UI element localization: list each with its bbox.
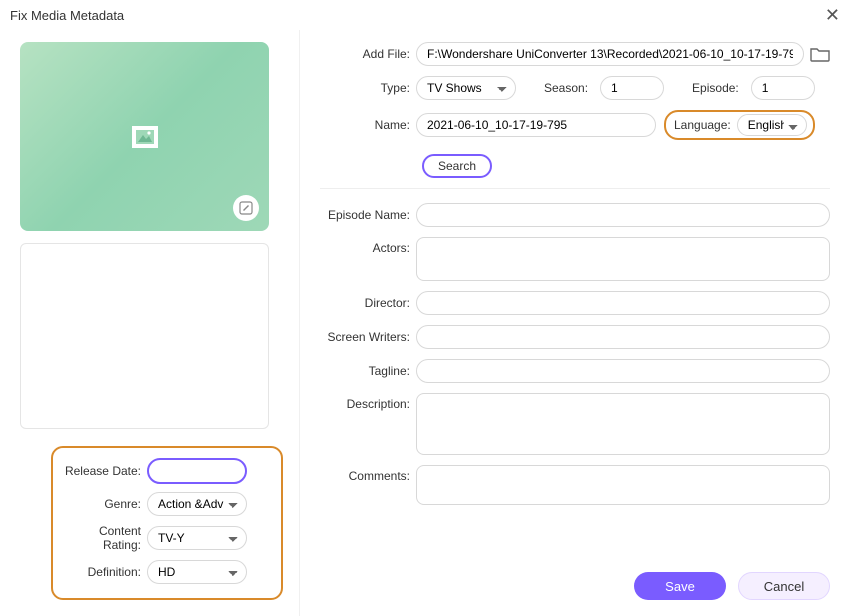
add-file-input[interactable]: [416, 42, 804, 66]
tagline-input[interactable]: [416, 359, 830, 383]
pencil-icon: [239, 201, 253, 215]
release-date-input[interactable]: [147, 458, 247, 484]
language-highlight-group: Language: English: [664, 110, 815, 140]
language-label: Language:: [674, 118, 731, 132]
add-file-label: Add File:: [320, 47, 416, 61]
season-input[interactable]: [600, 76, 664, 100]
director-input[interactable]: [416, 291, 830, 315]
secondary-preview: [20, 243, 269, 429]
episode-name-label: Episode Name:: [320, 208, 416, 222]
name-input[interactable]: [416, 113, 656, 137]
release-date-label: Release Date:: [59, 464, 147, 478]
actors-input[interactable]: [416, 237, 830, 281]
definition-label: Definition:: [59, 565, 147, 579]
tagline-label: Tagline:: [320, 364, 416, 378]
content-rating-label: Content Rating:: [59, 524, 147, 552]
director-label: Director:: [320, 296, 416, 310]
episode-input[interactable]: [751, 76, 815, 100]
window-title: Fix Media Metadata: [10, 8, 124, 23]
cancel-button[interactable]: Cancel: [738, 572, 830, 600]
screen-writers-label: Screen Writers:: [320, 330, 416, 344]
folder-icon[interactable]: [810, 46, 830, 62]
image-placeholder-icon: [132, 126, 158, 148]
language-select[interactable]: English: [737, 114, 807, 136]
season-label: Season:: [544, 81, 594, 95]
metadata-highlight-group: Release Date: Genre: Action &Adv Content…: [51, 446, 283, 600]
genre-select[interactable]: Action &Adv: [147, 492, 247, 516]
name-label: Name:: [320, 118, 416, 132]
close-icon[interactable]: ✕: [825, 5, 840, 26]
description-input[interactable]: [416, 393, 830, 455]
screen-writers-input[interactable]: [416, 325, 830, 349]
save-button[interactable]: Save: [634, 572, 726, 600]
media-thumbnail: [20, 42, 269, 231]
comments-label: Comments:: [320, 469, 416, 483]
genre-label: Genre:: [59, 497, 147, 511]
edit-thumbnail-button[interactable]: [233, 195, 259, 221]
episode-name-input[interactable]: [416, 203, 830, 227]
type-label: Type:: [320, 81, 416, 95]
episode-label: Episode:: [692, 81, 745, 95]
search-button[interactable]: Search: [422, 154, 492, 178]
content-rating-select[interactable]: TV-Y: [147, 526, 247, 550]
actors-label: Actors:: [320, 241, 416, 255]
type-select[interactable]: TV Shows: [416, 76, 516, 100]
description-label: Description:: [320, 397, 416, 411]
comments-input[interactable]: [416, 465, 830, 505]
definition-select[interactable]: HD: [147, 560, 247, 584]
divider: [320, 188, 830, 189]
